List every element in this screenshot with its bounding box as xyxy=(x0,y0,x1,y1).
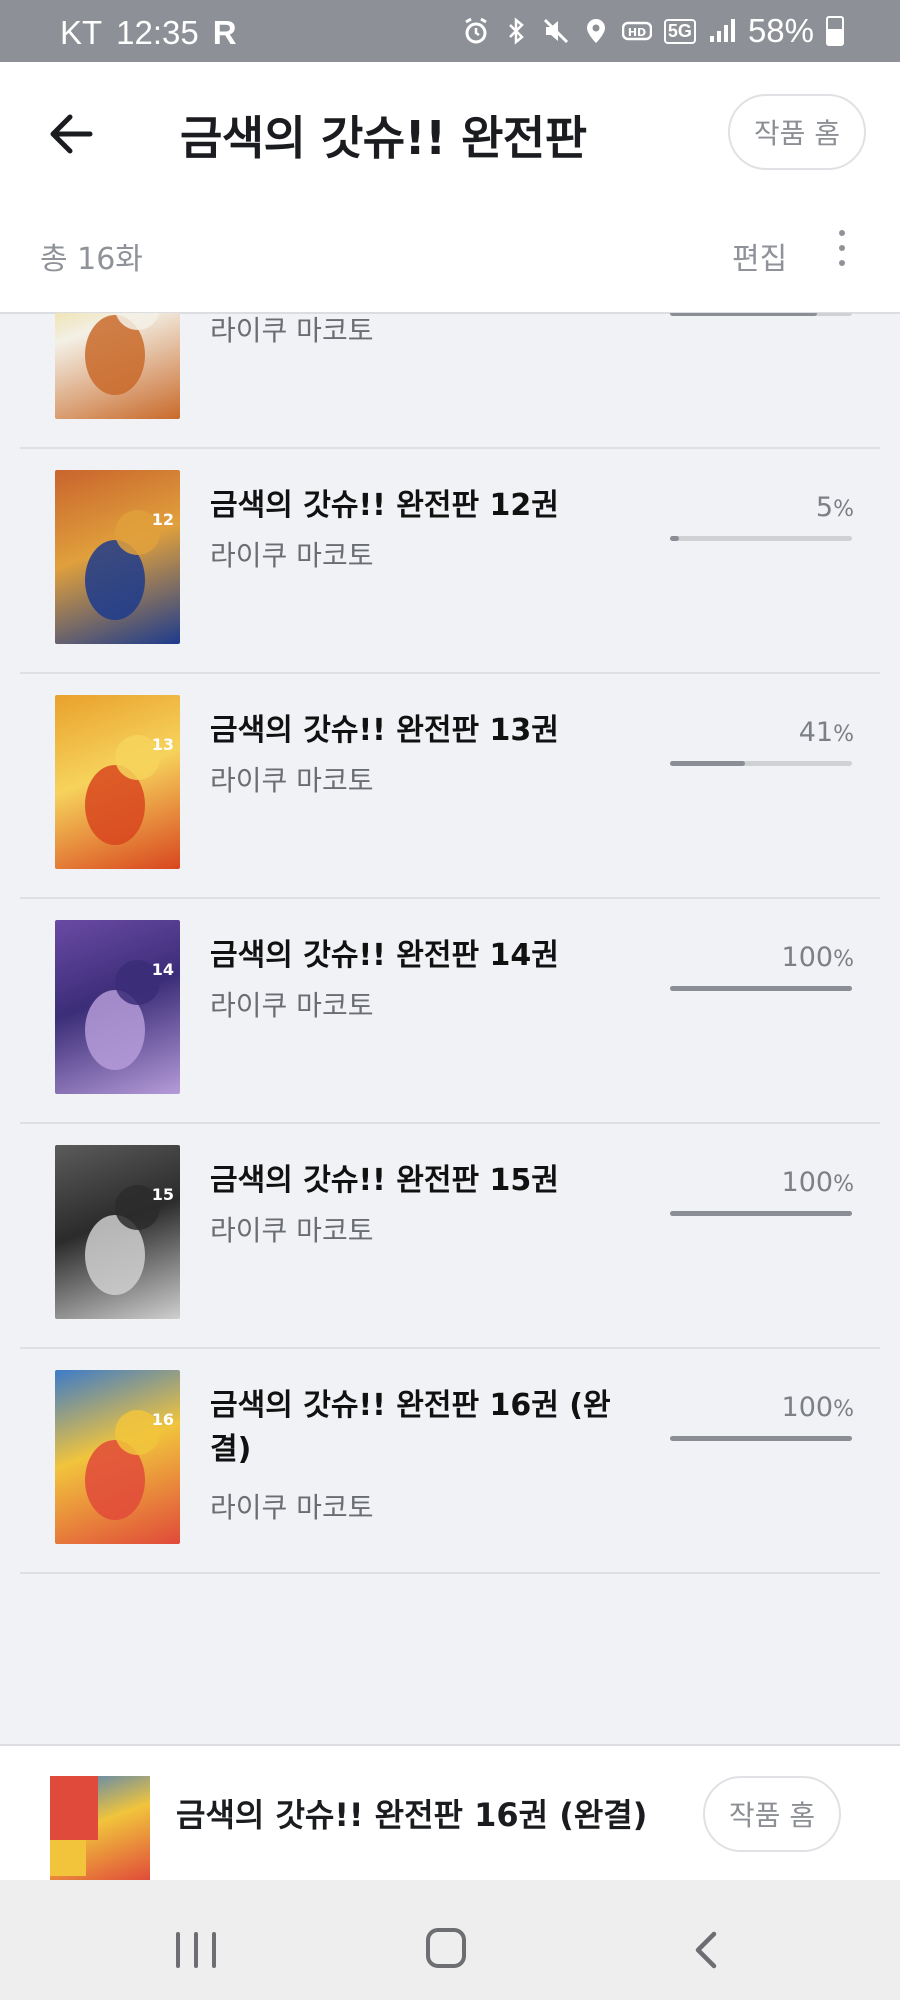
signal-icon xyxy=(709,19,735,42)
volume-title: 금색의 갓슈!! 완전판 16권 (완결) xyxy=(210,1388,611,1467)
mute-icon xyxy=(543,18,568,44)
volume-cover-image: 11 xyxy=(55,313,180,419)
volume-title: 금색의 갓슈!! 완전판 13권 xyxy=(210,713,559,748)
volume-cover-image: 12 xyxy=(55,470,180,644)
progress-bar xyxy=(670,1211,852,1216)
volume-cover-image: 16 xyxy=(55,1370,180,1544)
progress-percent: 41% xyxy=(798,717,854,748)
cover-volume-number: 13 xyxy=(151,735,174,754)
progress-bar-fill xyxy=(670,1211,852,1216)
volume-cover-image: 13 xyxy=(55,695,180,869)
cover-volume-number: 12 xyxy=(151,510,174,529)
volume-row[interactable]: 12 금색의 갓슈!! 완전판 12권라이쿠 마코토 5% xyxy=(20,448,880,674)
progress-bar-fill xyxy=(670,536,680,541)
recent-reading-bar[interactable]: 금색의 갓슈!! 완전판 16권 (완결) 작품 홈 xyxy=(0,1744,900,1881)
roaming-indicator: R xyxy=(212,14,237,51)
progress-bar xyxy=(670,313,852,316)
progress-bar-fill xyxy=(670,1436,852,1441)
volume-row[interactable]: 13 금색의 갓슈!! 완전판 13권라이쿠 마코토 41% xyxy=(20,673,880,899)
recent-apps-icon[interactable] xyxy=(176,1932,216,1968)
carrier-label: KT xyxy=(60,14,103,51)
cover-figure xyxy=(50,1776,98,1840)
alarm-icon xyxy=(465,17,487,44)
system-nav-bar xyxy=(0,1880,900,2000)
volume-cover-image: 14 xyxy=(55,920,180,1094)
volume-row[interactable]: 14 금색의 갓슈!! 완전판 14권라이쿠 마코토 100% xyxy=(20,898,880,1124)
nav-back-icon[interactable] xyxy=(686,1928,726,1972)
clock: 12:35 xyxy=(116,14,199,51)
volume-list: 11금색의 갓슈!! 완전판 11권라이쿠 마코토81% 12 금색의 갓슈!! 완… xyxy=(0,313,900,1743)
progress-bar xyxy=(670,1436,852,1441)
more-menu-icon[interactable] xyxy=(830,230,854,274)
volume-title: 금색의 갓슈!! 완전판 14권 xyxy=(210,938,559,973)
mini-title: 금색의 갓슈!! 완전판 16권 (완결) xyxy=(176,1796,648,1834)
volume-author: 라이쿠 마코토 xyxy=(210,1491,374,1524)
volume-author: 라이쿠 마코토 xyxy=(210,539,374,572)
mini-series-home-button[interactable]: 작품 홈 xyxy=(703,1776,841,1852)
volume-title: 금색의 갓슈!! 완전판 15권 xyxy=(210,1163,559,1198)
cover-volume-number: 15 xyxy=(151,1185,174,1204)
volume-author: 라이쿠 마코토 xyxy=(210,1214,374,1247)
volume-author: 라이쿠 마코토 xyxy=(210,764,374,797)
progress-percent: 100% xyxy=(781,1392,854,1423)
network-type: 5G xyxy=(663,18,696,44)
progress-percent: 5% xyxy=(815,492,854,523)
battery-icon xyxy=(826,16,844,46)
hd-icon: HD xyxy=(621,21,652,41)
series-home-button[interactable]: 작품 홈 xyxy=(728,94,866,170)
svg-text:HD: HD xyxy=(628,26,646,39)
progress-bar-fill xyxy=(670,986,852,991)
cover-figure xyxy=(50,1840,86,1876)
volume-title: 금색의 갓슈!! 완전판 12권 xyxy=(210,488,559,523)
volume-author: 라이쿠 마코토 xyxy=(210,314,374,347)
volume-cover-image: 15 xyxy=(55,1145,180,1319)
volume-row[interactable]: 16 금색의 갓슈!! 완전판 16권 (완결) 라이쿠 마코토 100% xyxy=(20,1348,880,1574)
back-arrow-icon[interactable] xyxy=(40,102,104,166)
episode-count: 총 16화 xyxy=(40,242,143,277)
battery-percent: 58% xyxy=(747,12,814,49)
edit-button[interactable]: 편집 xyxy=(732,234,787,278)
progress-bar-fill xyxy=(670,761,745,766)
progress-bar xyxy=(670,761,852,766)
cover-volume-number: 16 xyxy=(151,1410,174,1429)
volume-author: 라이쿠 마코토 xyxy=(210,989,374,1022)
progress-percent: 100% xyxy=(781,1167,854,1198)
app-header: 금색의 갓슈!! 완전판 작품 홈 총 16화 편집 xyxy=(0,62,900,314)
progress-bar-fill xyxy=(670,313,818,316)
bluetooth-icon xyxy=(509,17,524,45)
home-icon[interactable] xyxy=(426,1928,466,1968)
progress-bar xyxy=(670,536,852,541)
volume-row[interactable]: 15 금색의 갓슈!! 완전판 15권라이쿠 마코토 100% xyxy=(20,1123,880,1349)
status-bar: KT 12:35 R HD 5G 58% xyxy=(0,0,900,62)
mini-cover-image xyxy=(50,1776,150,1881)
volume-row[interactable]: 11금색의 갓슈!! 완전판 11권라이쿠 마코토81% xyxy=(20,313,880,449)
progress-bar xyxy=(670,986,852,991)
cover-volume-number: 14 xyxy=(151,960,174,979)
progress-percent: 100% xyxy=(781,942,854,973)
page-title: 금색의 갓슈!! 완전판 xyxy=(180,111,587,165)
location-icon xyxy=(586,19,605,43)
